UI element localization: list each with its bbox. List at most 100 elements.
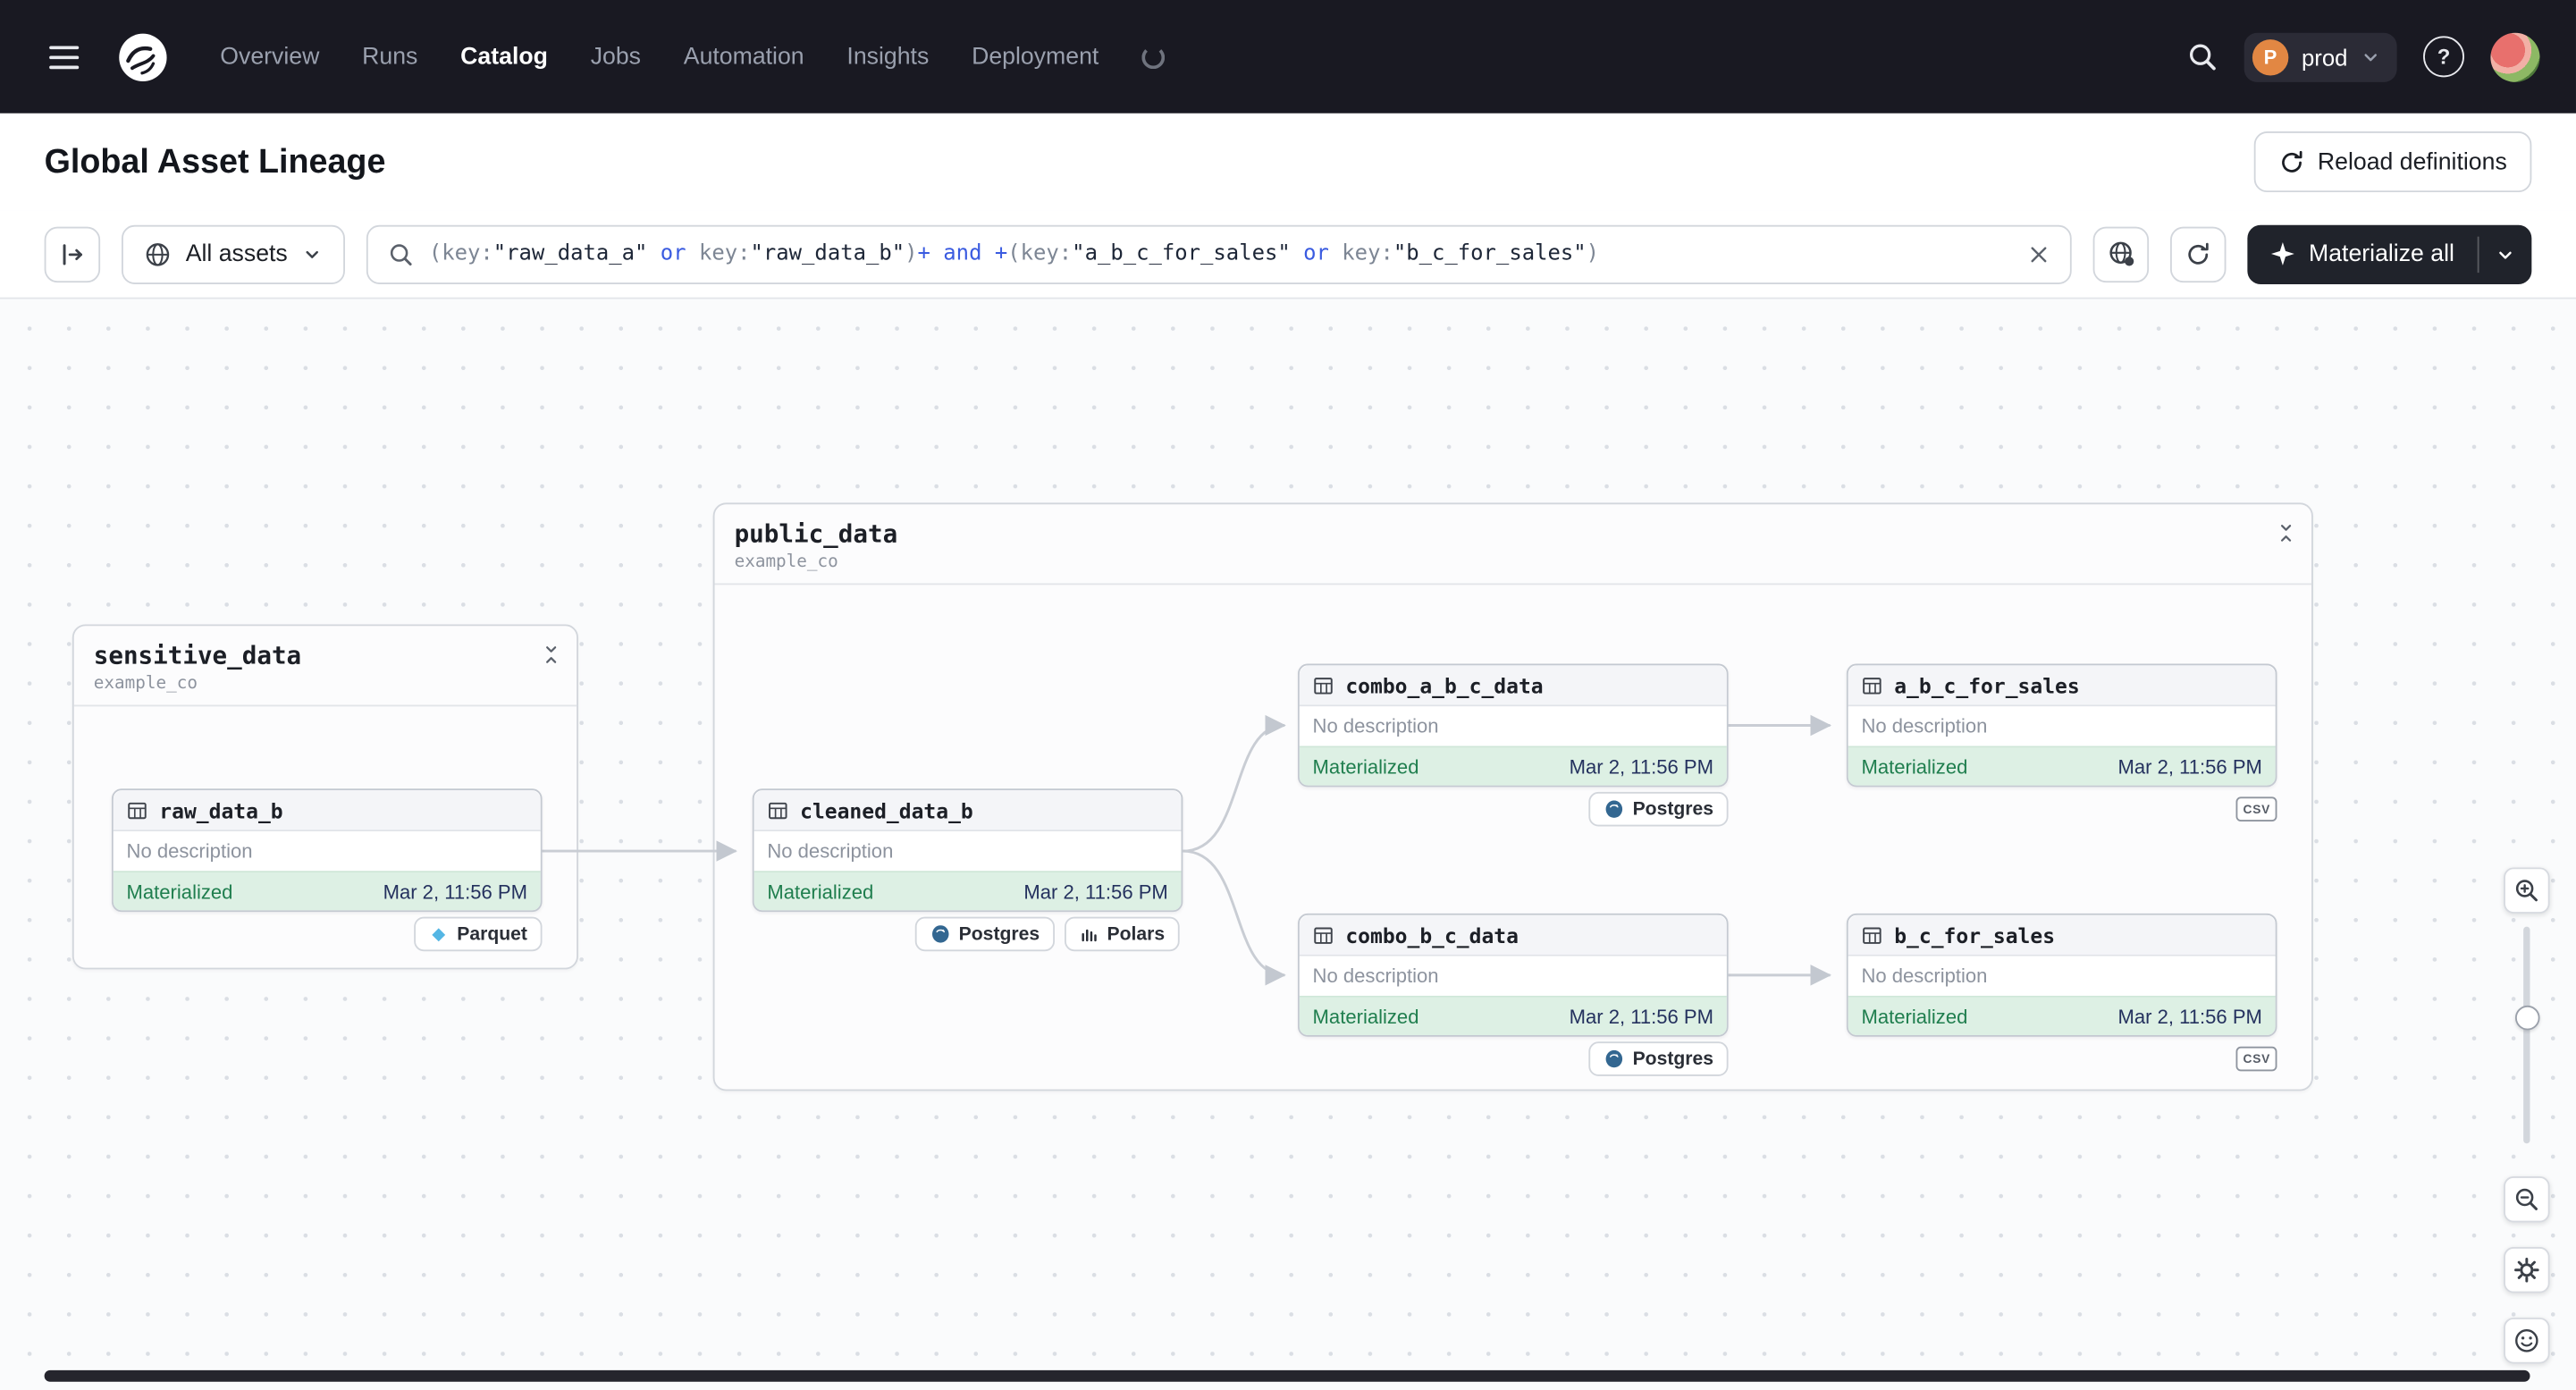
- group-header: public_data example_co: [714, 504, 2312, 585]
- materialized-timestamp[interactable]: Mar 2, 11:56 PM: [1570, 755, 1713, 779]
- asset-name: combo_b_c_data: [1345, 922, 1519, 948]
- table-icon: [1863, 926, 1881, 944]
- asset-node-combo-a-b-c-data[interactable]: combo_a_b_c_data No description Material…: [1298, 663, 1729, 788]
- table-icon: [1314, 677, 1333, 694]
- help-button[interactable]: ?: [2423, 36, 2464, 78]
- user-avatar[interactable]: [2490, 31, 2540, 81]
- group-name: sensitive_data: [93, 640, 302, 670]
- asset-description: No description: [1299, 956, 1727, 996]
- loading-spinner-icon: [1141, 45, 1165, 69]
- asset-node-header: combo_b_c_data: [1299, 914, 1727, 956]
- materialized-timestamp[interactable]: Mar 2, 11:56 PM: [383, 880, 527, 903]
- polars-icon: [1082, 928, 1097, 941]
- tag-polars[interactable]: Polars: [1064, 916, 1180, 952]
- asset-description: No description: [753, 831, 1182, 872]
- reload-icon: [2281, 149, 2302, 172]
- materialized-timestamp[interactable]: Mar 2, 11:56 PM: [1570, 1005, 1713, 1028]
- asset-description: No description: [1299, 706, 1727, 746]
- asset-selection-query[interactable]: (key:"raw_data_a" or key:"raw_data_b")+ …: [429, 241, 2013, 266]
- collapse-group-button[interactable]: [541, 644, 562, 665]
- asset-name: raw_data_b: [159, 797, 283, 822]
- reload-definitions-button[interactable]: Reload definitions: [2253, 131, 2532, 193]
- group-code-location: example_co: [734, 552, 838, 572]
- tag-csv[interactable]: CSV: [2236, 1046, 2277, 1072]
- nav-item-deployment[interactable]: Deployment: [972, 44, 1099, 70]
- gear-icon: [2514, 1257, 2539, 1283]
- smiley-icon: [2515, 1329, 2538, 1352]
- group-code-location: example_co: [93, 673, 198, 694]
- search-button[interactable]: [2186, 41, 2218, 72]
- globe-settings-icon: [2109, 241, 2134, 266]
- asset-description: No description: [113, 831, 541, 872]
- materialize-all-button[interactable]: Materialize all: [2248, 240, 2478, 267]
- asset-node-header: b_c_for_sales: [1848, 914, 2276, 956]
- refresh-icon: [2188, 241, 2210, 264]
- question-mark-icon: ?: [2437, 44, 2451, 70]
- sparkle-icon: [2271, 242, 2295, 265]
- dagster-logo-icon: [119, 32, 167, 81]
- horizontal-scrollbar[interactable]: [44, 1369, 2530, 1382]
- asset-status-row: Materialized Mar 2, 11:56 PM: [1848, 746, 2276, 786]
- asset-node-a-b-c-for-sales[interactable]: a_b_c_for_sales No description Materiali…: [1846, 663, 2277, 788]
- materialize-all-split-button[interactable]: Materialize all: [2248, 223, 2532, 284]
- zoom-out-button[interactable]: [2504, 1176, 2550, 1223]
- collapse-icon: [546, 646, 557, 663]
- chevron-down-icon: [2364, 53, 2377, 61]
- zoom-slider-track[interactable]: [2523, 926, 2530, 1144]
- nav-item-insights[interactable]: Insights: [846, 44, 929, 70]
- nav-item-jobs[interactable]: Jobs: [591, 44, 641, 70]
- materialize-options-caret[interactable]: [2479, 244, 2532, 264]
- materialized-timestamp[interactable]: Mar 2, 11:56 PM: [2117, 1005, 2261, 1028]
- asset-description: No description: [1848, 706, 2276, 746]
- graph-display-options-button[interactable]: [2093, 225, 2150, 282]
- materialized-status: Materialized: [1312, 754, 1419, 779]
- asset-scope-dropdown[interactable]: All assets: [122, 223, 346, 284]
- search-icon: [391, 243, 412, 265]
- csv-icon: CSV: [2243, 1051, 2271, 1066]
- clear-query-button[interactable]: [2028, 242, 2051, 265]
- materialized-timestamp[interactable]: Mar 2, 11:56 PM: [2117, 755, 2261, 779]
- deployment-avatar: P: [2252, 38, 2289, 75]
- asset-selection-input[interactable]: (key:"raw_data_a" or key:"raw_data_b")+ …: [366, 223, 2073, 284]
- csv-icon: CSV: [2243, 801, 2271, 817]
- asset-status-row: Materialized Mar 2, 11:56 PM: [113, 871, 541, 911]
- globe-icon: [146, 242, 170, 265]
- lineage-canvas[interactable]: sensitive_data example_co public_data ex…: [0, 299, 2576, 1390]
- open-sidebar-button[interactable]: [44, 225, 101, 282]
- dagster-logo[interactable]: [115, 29, 171, 84]
- asset-node-cleaned-data-b[interactable]: cleaned_data_b No description Materializ…: [752, 788, 1183, 913]
- asset-node-b-c-for-sales[interactable]: b_c_for_sales No description Materialize…: [1846, 913, 2277, 1037]
- materialized-status: Materialized: [126, 880, 233, 903]
- tag-csv[interactable]: CSV: [2236, 796, 2277, 821]
- table-icon: [128, 801, 147, 819]
- nav-item-catalog[interactable]: Catalog: [460, 44, 548, 70]
- postgres-icon: [1605, 1049, 1622, 1068]
- materialized-status: Materialized: [767, 880, 874, 903]
- asset-node-raw-data-b[interactable]: raw_data_b No description Materialized M…: [111, 788, 543, 913]
- refresh-button[interactable]: [2170, 225, 2227, 282]
- zoom-in-button[interactable]: [2504, 867, 2550, 914]
- tag-postgres[interactable]: Postgres: [1587, 791, 1729, 827]
- nav-item-automation[interactable]: Automation: [684, 44, 804, 70]
- hamburger-menu-button[interactable]: [36, 29, 91, 84]
- tag-postgres[interactable]: Postgres: [1587, 1041, 1729, 1076]
- nav-item-overview[interactable]: Overview: [220, 44, 319, 70]
- materialized-timestamp[interactable]: Mar 2, 11:56 PM: [1023, 880, 1167, 903]
- asset-name: cleaned_data_b: [800, 797, 973, 822]
- caret-down-icon: [2499, 250, 2512, 258]
- zoom-slider-thumb[interactable]: [2514, 1005, 2540, 1031]
- tag-parquet[interactable]: Parquet: [414, 916, 543, 952]
- group-name: public_data: [734, 518, 898, 549]
- asset-node-header: combo_a_b_c_data: [1299, 665, 1727, 707]
- asset-name: b_c_for_sales: [1894, 922, 2056, 948]
- tag-postgres[interactable]: Postgres: [914, 916, 1055, 952]
- main-navigation: Overview Runs Catalog Jobs Automation In…: [220, 44, 1165, 70]
- postgres-icon: [931, 925, 948, 943]
- asset-node-combo-b-c-data[interactable]: combo_b_c_data No description Materializ…: [1298, 913, 1729, 1037]
- nav-item-runs[interactable]: Runs: [362, 44, 417, 70]
- graph-settings-button[interactable]: [2504, 1247, 2550, 1293]
- feedback-button[interactable]: [2504, 1318, 2550, 1364]
- collapse-group-button[interactable]: [2276, 522, 2297, 543]
- deployment-name: prod: [2301, 43, 2348, 71]
- deployment-switcher[interactable]: P prod: [2243, 31, 2397, 81]
